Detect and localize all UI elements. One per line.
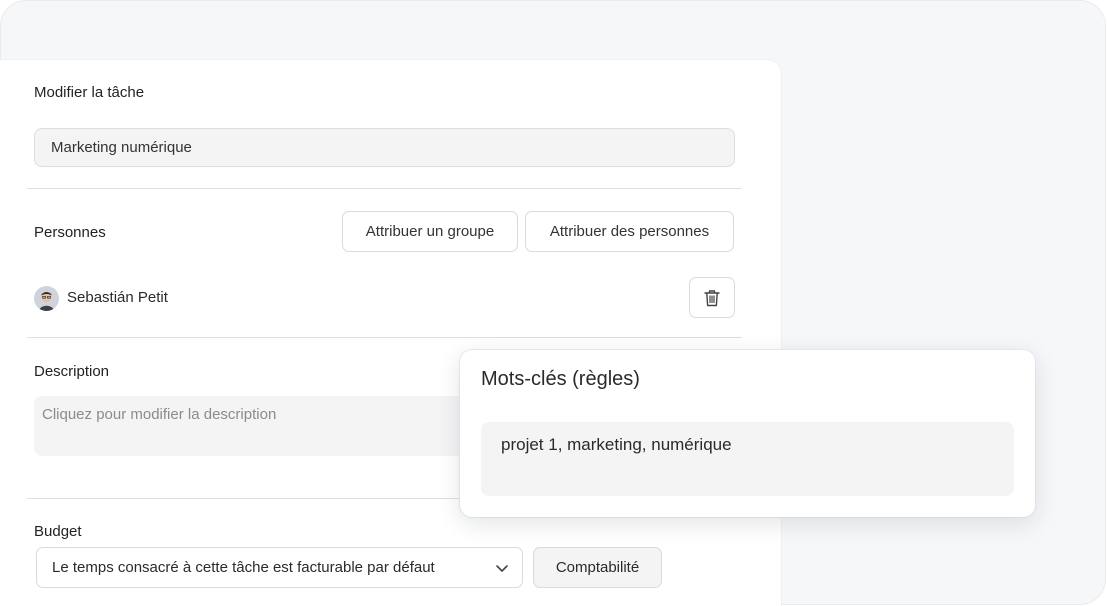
trash-icon (704, 289, 720, 306)
keywords-input[interactable]: projet 1, marketing, numérique (481, 422, 1014, 496)
keywords-popup: Mots-clés (règles) projet 1, marketing, … (460, 350, 1035, 517)
accounting-button[interactable]: Comptabilité (533, 547, 662, 588)
edit-task-panel: Modifier la tâche Marketing numérique Pe… (0, 60, 781, 606)
description-section-label: Description (34, 363, 110, 380)
assigned-person-name: Sebastián Petit (67, 289, 168, 306)
avatar (34, 286, 59, 311)
divider (27, 188, 742, 189)
chevron-down-icon (496, 565, 508, 572)
assign-people-button[interactable]: Attribuer des personnes (525, 211, 734, 252)
billing-select[interactable]: Le temps consacré à cette tâche est fact… (36, 547, 523, 588)
task-name-input[interactable]: Marketing numérique (34, 128, 735, 167)
keywords-popup-title: Mots-clés (règles) (481, 368, 640, 390)
divider (27, 337, 742, 338)
description-input[interactable]: Cliquez pour modifier la description (34, 396, 494, 456)
assign-group-button[interactable]: Attribuer un groupe (342, 211, 518, 252)
task-section-label: Modifier la tâche (34, 84, 145, 101)
budget-section-label: Budget (34, 523, 82, 540)
billing-select-value: Le temps consacré à cette tâche est fact… (52, 559, 435, 576)
remove-person-button[interactable] (689, 277, 735, 318)
people-section-label: Personnes (34, 224, 106, 241)
